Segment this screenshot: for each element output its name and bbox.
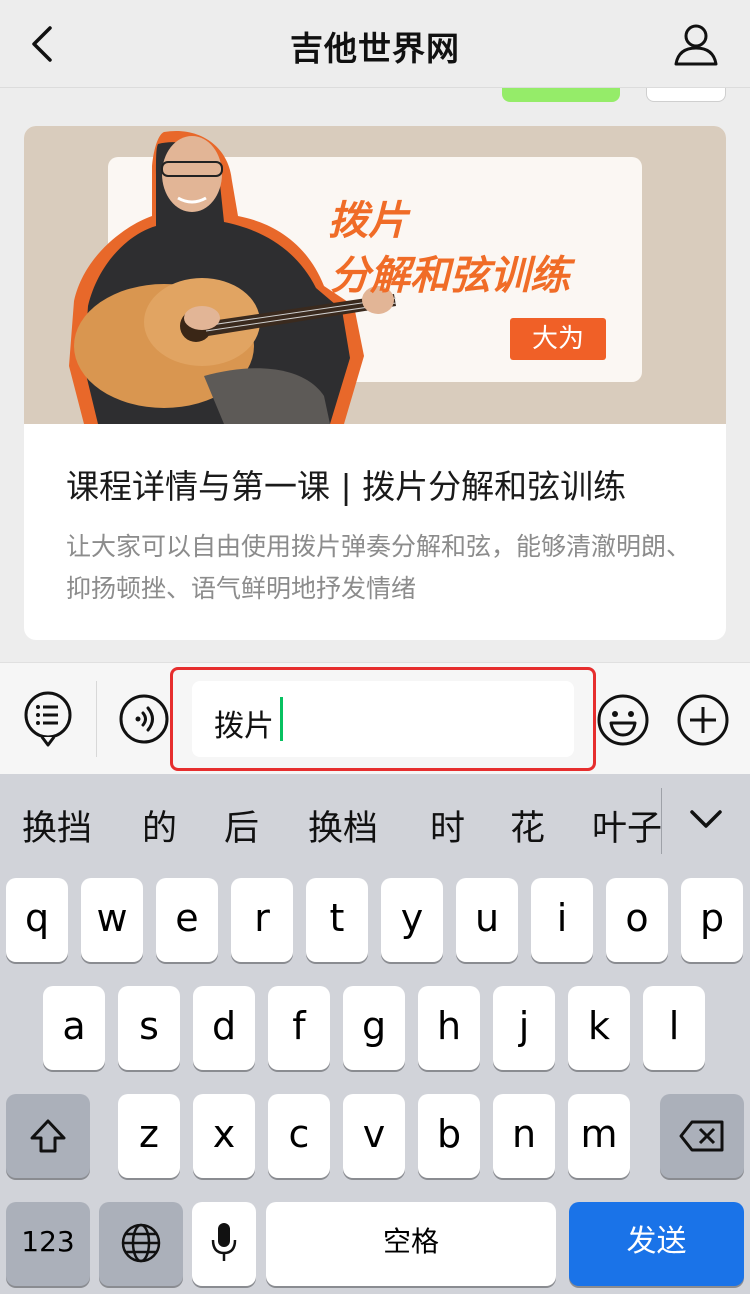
key-t[interactable]: t [306, 878, 368, 962]
key-p[interactable]: p [681, 878, 743, 962]
banner-title-line2: 分解和弦训练 [330, 253, 570, 299]
delete-icon [679, 1120, 724, 1152]
send-key[interactable]: 发送 [569, 1202, 744, 1286]
microphone-icon [211, 1223, 237, 1261]
key-a[interactable]: a [43, 986, 105, 1070]
candidate-divider [661, 788, 662, 854]
course-card[interactable]: 拨片 分解和弦训练 大为 课程详情与第一课 | 拨片分解和弦训练 让大家可以自由… [24, 126, 726, 640]
emoji-button[interactable] [596, 693, 650, 747]
menu-list-icon [24, 691, 72, 747]
candidate-1[interactable]: 的 [142, 800, 177, 851]
key-e[interactable]: e [156, 878, 218, 962]
key-x[interactable]: x [193, 1094, 255, 1178]
key-v[interactable]: v [343, 1094, 405, 1178]
key-h[interactable]: h [418, 986, 480, 1070]
key-f[interactable]: f [268, 986, 330, 1070]
candidate-2[interactable]: 后 [224, 800, 259, 851]
nav-bar: 吉他世界网 [0, 0, 750, 88]
banner-title-line1: 拨片 [328, 198, 408, 244]
key-l[interactable]: l [643, 986, 705, 1070]
key-i[interactable]: i [531, 878, 593, 962]
key-g[interactable]: g [343, 986, 405, 1070]
emoji-icon [597, 694, 649, 746]
candidate-0[interactable]: 换挡 [22, 800, 92, 851]
key-k[interactable]: k [568, 986, 630, 1070]
shift-icon [30, 1119, 66, 1153]
numbers-key[interactable]: 123 [6, 1202, 90, 1286]
candidate-6[interactable]: 叶子 [592, 800, 662, 851]
key-j[interactable]: j [493, 986, 555, 1070]
space-key[interactable]: 空格 [266, 1202, 556, 1286]
chat-input-bar: 拨片 [0, 662, 750, 774]
candidate-3[interactable]: 换档 [308, 800, 378, 851]
previous-message-card [646, 88, 726, 102]
profile-button[interactable] [672, 20, 720, 68]
voice-button[interactable] [118, 693, 170, 745]
voice-icon [119, 694, 169, 744]
candidate-list: 换挡 的 后 换档 时 花 叶子 [0, 774, 662, 874]
key-m[interactable]: m [568, 1094, 630, 1178]
key-n[interactable]: n [493, 1094, 555, 1178]
key-y[interactable]: y [381, 878, 443, 962]
page-title: 吉他世界网 [290, 29, 460, 68]
menu-button[interactable] [22, 689, 74, 749]
key-b[interactable]: b [418, 1094, 480, 1178]
key-d[interactable]: d [193, 986, 255, 1070]
microphone-key[interactable] [192, 1202, 256, 1286]
input-highlight-box [170, 667, 596, 771]
chevron-down-icon [690, 810, 722, 828]
divider [96, 681, 97, 757]
plus-icon [677, 694, 729, 746]
candidate-5[interactable]: 花 [510, 800, 545, 851]
key-o[interactable]: o [606, 878, 668, 962]
key-c[interactable]: c [268, 1094, 330, 1178]
more-button[interactable] [676, 693, 730, 747]
key-u[interactable]: u [456, 878, 518, 962]
key-w[interactable]: w [81, 878, 143, 962]
expand-candidates-button[interactable] [688, 804, 724, 834]
key-z[interactable]: z [118, 1094, 180, 1178]
keyboard: 换挡 的 后 换档 时 花 叶子 q w e r t y u i o p a s… [0, 774, 750, 1294]
delete-key[interactable] [660, 1094, 744, 1178]
course-banner: 拨片 分解和弦训练 大为 [24, 126, 726, 424]
globe-key[interactable] [99, 1202, 183, 1286]
course-title: 课程详情与第一课 | 拨片分解和弦训练 [66, 467, 627, 506]
user-icon [674, 24, 718, 66]
instructor-badge: 大为 [510, 318, 606, 360]
key-s[interactable]: s [118, 986, 180, 1070]
course-description: 让大家可以自由使用拨片弹奏分解和弦，能够清澈明朗、抑扬顿挫、语气鲜明地抒发情绪 [66, 532, 692, 603]
key-r[interactable]: r [231, 878, 293, 962]
previous-message-bubble [502, 88, 620, 102]
candidate-4[interactable]: 时 [430, 800, 465, 851]
key-q[interactable]: q [6, 878, 68, 962]
candidate-bar: 换挡 的 后 换档 时 花 叶子 [0, 774, 750, 874]
shift-key[interactable] [6, 1094, 90, 1178]
globe-icon [121, 1223, 161, 1263]
